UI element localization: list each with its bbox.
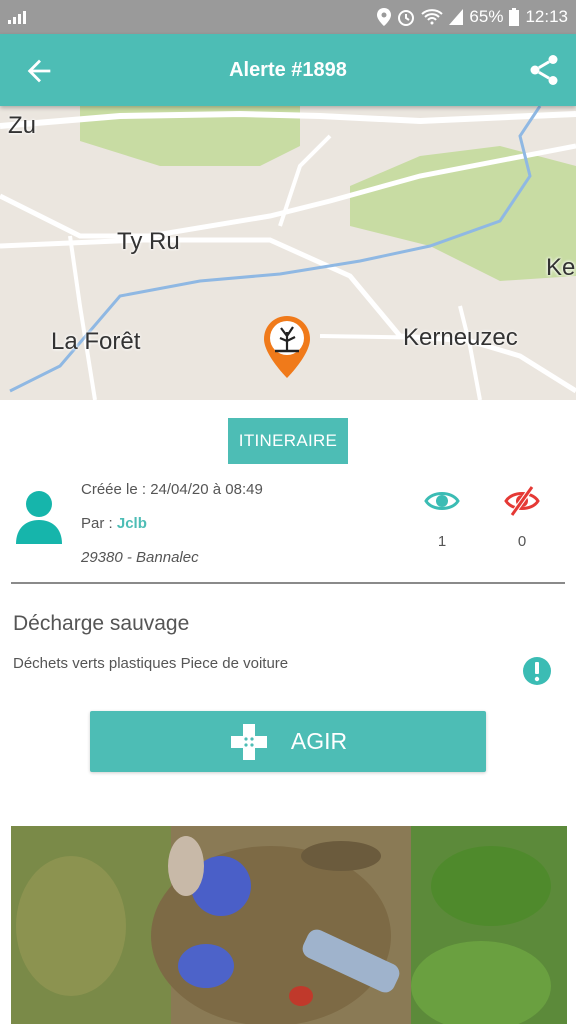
page-title: Alerte #1898 xyxy=(229,59,347,81)
wifi-icon xyxy=(421,9,444,25)
map-view[interactable]: Zu Ty Ru Ke La Forêt Kerneuzec xyxy=(0,106,576,400)
author-name[interactable]: Jclb xyxy=(117,515,147,532)
alert-description: Déchets verts plastiques Piece de voitur… xyxy=(13,655,289,672)
location-icon xyxy=(377,8,392,26)
views-count: 1 xyxy=(437,533,447,550)
map-place-label: La Forêt xyxy=(51,328,141,355)
clock: 12:13 xyxy=(525,7,568,26)
battery-icon xyxy=(509,8,520,26)
itinerary-button[interactable]: ITINERAIRE xyxy=(228,418,348,464)
pollution-marker-icon[interactable] xyxy=(262,314,312,380)
eye-off-icon[interactable] xyxy=(504,484,540,518)
location-text: 29380 - Bannalec xyxy=(81,549,199,566)
alert-photo[interactable] xyxy=(11,826,567,1024)
report-exclamation-icon[interactable] xyxy=(522,656,552,686)
map-place-label: Zu xyxy=(8,112,37,139)
share-icon[interactable] xyxy=(526,52,562,88)
author-line: Par : Jclb xyxy=(81,515,147,532)
divider xyxy=(11,582,565,584)
author-prefix: Par : xyxy=(81,515,117,532)
cell-signal-icon xyxy=(449,9,464,25)
alert-category: Décharge sauvage xyxy=(13,612,190,635)
act-button[interactable]: AGIR xyxy=(90,711,486,772)
map-place-label: Ke xyxy=(546,254,576,281)
status-bar: 65% 12:13 xyxy=(0,0,576,34)
hidden-count: 0 xyxy=(517,533,527,550)
signal-bars-icon xyxy=(8,11,26,24)
user-avatar-icon xyxy=(16,491,62,544)
created-date: Créée le : 24/04/20 à 08:49 xyxy=(81,481,263,498)
act-button-label: AGIR xyxy=(290,728,348,754)
app-bar: Alerte #1898 xyxy=(0,34,576,106)
battery-percent: 65% xyxy=(469,7,504,26)
eye-icon[interactable] xyxy=(424,486,460,516)
alarm-icon xyxy=(398,10,415,26)
map-place-label: Kerneuzec xyxy=(403,324,518,351)
map-place-label: Ty Ru xyxy=(117,228,180,255)
bandage-icon xyxy=(230,723,267,760)
